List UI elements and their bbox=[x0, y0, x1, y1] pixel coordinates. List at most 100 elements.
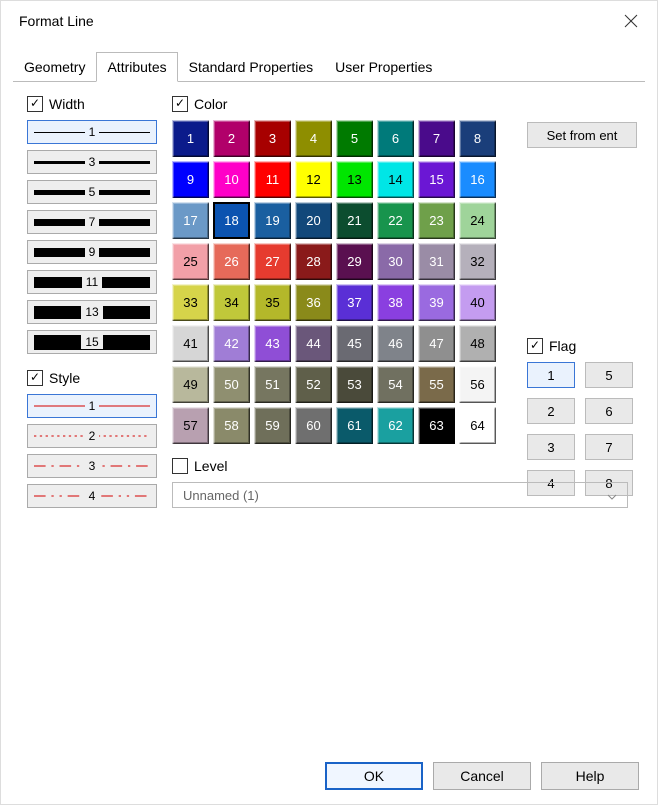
flag-item-7[interactable]: 7 bbox=[585, 434, 633, 460]
color-swatch-44[interactable]: 44 bbox=[295, 325, 332, 362]
flag-item-1[interactable]: 1 bbox=[527, 362, 575, 388]
flag-item-6[interactable]: 6 bbox=[585, 398, 633, 424]
width-item-9[interactable]: 9 bbox=[27, 240, 157, 264]
tab-geometry[interactable]: Geometry bbox=[13, 52, 96, 82]
style-checkbox[interactable] bbox=[27, 370, 43, 386]
color-swatch-60[interactable]: 60 bbox=[295, 407, 332, 444]
color-swatch-57[interactable]: 57 bbox=[172, 407, 209, 444]
color-swatch-50[interactable]: 50 bbox=[213, 366, 250, 403]
color-swatch-43[interactable]: 43 bbox=[254, 325, 291, 362]
color-swatch-49[interactable]: 49 bbox=[172, 366, 209, 403]
color-swatch-28[interactable]: 28 bbox=[295, 243, 332, 280]
color-swatch-54[interactable]: 54 bbox=[377, 366, 414, 403]
color-swatch-25[interactable]: 25 bbox=[172, 243, 209, 280]
color-swatch-53[interactable]: 53 bbox=[336, 366, 373, 403]
color-swatch-34[interactable]: 34 bbox=[213, 284, 250, 321]
width-item-1[interactable]: 1 bbox=[27, 120, 157, 144]
color-swatch-24[interactable]: 24 bbox=[459, 202, 496, 239]
color-swatch-14[interactable]: 14 bbox=[377, 161, 414, 198]
color-swatch-40[interactable]: 40 bbox=[459, 284, 496, 321]
style-item-2[interactable]: 2 bbox=[27, 424, 157, 448]
color-swatch-29[interactable]: 29 bbox=[336, 243, 373, 280]
width-item-3[interactable]: 3 bbox=[27, 150, 157, 174]
color-swatch-41[interactable]: 41 bbox=[172, 325, 209, 362]
color-swatch-51[interactable]: 51 bbox=[254, 366, 291, 403]
color-swatch-56[interactable]: 56 bbox=[459, 366, 496, 403]
width-item-15[interactable]: 15 bbox=[27, 330, 157, 354]
style-item-1[interactable]: 1 bbox=[27, 394, 157, 418]
color-swatch-61[interactable]: 61 bbox=[336, 407, 373, 444]
help-button[interactable]: Help bbox=[541, 762, 639, 790]
color-swatch-17[interactable]: 17 bbox=[172, 202, 209, 239]
color-swatch-4[interactable]: 4 bbox=[295, 120, 332, 157]
color-swatch-62[interactable]: 62 bbox=[377, 407, 414, 444]
color-swatch-6[interactable]: 6 bbox=[377, 120, 414, 157]
color-swatch-33[interactable]: 33 bbox=[172, 284, 209, 321]
color-swatch-5[interactable]: 5 bbox=[336, 120, 373, 157]
color-swatch-45[interactable]: 45 bbox=[336, 325, 373, 362]
color-swatch-46[interactable]: 46 bbox=[377, 325, 414, 362]
color-swatch-18[interactable]: 18 bbox=[213, 202, 250, 239]
color-swatch-15[interactable]: 15 bbox=[418, 161, 455, 198]
color-swatch-7[interactable]: 7 bbox=[418, 120, 455, 157]
color-swatch-10[interactable]: 10 bbox=[213, 161, 250, 198]
color-swatch-58[interactable]: 58 bbox=[213, 407, 250, 444]
width-item-11[interactable]: 11 bbox=[27, 270, 157, 294]
color-checkbox[interactable] bbox=[172, 96, 188, 112]
color-swatch-1[interactable]: 1 bbox=[172, 120, 209, 157]
color-swatch-26[interactable]: 26 bbox=[213, 243, 250, 280]
color-swatch-63[interactable]: 63 bbox=[418, 407, 455, 444]
color-swatch-22[interactable]: 22 bbox=[377, 202, 414, 239]
color-swatch-9[interactable]: 9 bbox=[172, 161, 209, 198]
color-swatch-27[interactable]: 27 bbox=[254, 243, 291, 280]
style-item-4[interactable]: 4 bbox=[27, 484, 157, 508]
tab-standard-properties[interactable]: Standard Properties bbox=[178, 52, 325, 82]
tab-user-properties[interactable]: User Properties bbox=[324, 52, 443, 82]
color-swatch-21[interactable]: 21 bbox=[336, 202, 373, 239]
color-swatch-13[interactable]: 13 bbox=[336, 161, 373, 198]
color-swatch-59[interactable]: 59 bbox=[254, 407, 291, 444]
flag-checkbox[interactable] bbox=[527, 338, 543, 354]
flag-item-5[interactable]: 5 bbox=[585, 362, 633, 388]
level-checkbox[interactable] bbox=[172, 458, 188, 474]
flag-item-3[interactable]: 3 bbox=[527, 434, 575, 460]
level-select[interactable]: Unnamed (1) bbox=[172, 482, 628, 508]
color-swatch-32[interactable]: 32 bbox=[459, 243, 496, 280]
color-swatch-19[interactable]: 19 bbox=[254, 202, 291, 239]
width-item-7[interactable]: 7 bbox=[27, 210, 157, 234]
close-button[interactable] bbox=[617, 7, 645, 35]
color-swatch-48[interactable]: 48 bbox=[459, 325, 496, 362]
flag-item-2[interactable]: 2 bbox=[527, 398, 575, 424]
ok-button[interactable]: OK bbox=[325, 762, 423, 790]
color-swatch-39[interactable]: 39 bbox=[418, 284, 455, 321]
style-item-3[interactable]: 3 bbox=[27, 454, 157, 478]
color-swatch-38[interactable]: 38 bbox=[377, 284, 414, 321]
width-checkbox[interactable] bbox=[27, 96, 43, 112]
width-item-5[interactable]: 5 bbox=[27, 180, 157, 204]
color-swatch-35[interactable]: 35 bbox=[254, 284, 291, 321]
color-swatch-16[interactable]: 16 bbox=[459, 161, 496, 198]
color-swatch-52[interactable]: 52 bbox=[295, 366, 332, 403]
width-item-13[interactable]: 13 bbox=[27, 300, 157, 324]
color-swatch-37[interactable]: 37 bbox=[336, 284, 373, 321]
tab-attributes[interactable]: Attributes bbox=[96, 52, 177, 82]
level-checkbox-label[interactable]: Level bbox=[172, 458, 227, 474]
color-swatch-31[interactable]: 31 bbox=[418, 243, 455, 280]
color-swatch-36[interactable]: 36 bbox=[295, 284, 332, 321]
color-checkbox-label[interactable]: Color bbox=[172, 96, 512, 112]
color-swatch-47[interactable]: 47 bbox=[418, 325, 455, 362]
color-swatch-12[interactable]: 12 bbox=[295, 161, 332, 198]
color-swatch-8[interactable]: 8 bbox=[459, 120, 496, 157]
color-swatch-2[interactable]: 2 bbox=[213, 120, 250, 157]
color-swatch-3[interactable]: 3 bbox=[254, 120, 291, 157]
color-swatch-20[interactable]: 20 bbox=[295, 202, 332, 239]
color-swatch-42[interactable]: 42 bbox=[213, 325, 250, 362]
set-from-ent-button[interactable]: Set from ent bbox=[527, 122, 637, 148]
color-swatch-30[interactable]: 30 bbox=[377, 243, 414, 280]
color-swatch-11[interactable]: 11 bbox=[254, 161, 291, 198]
style-checkbox-label[interactable]: Style bbox=[27, 370, 157, 386]
color-swatch-55[interactable]: 55 bbox=[418, 366, 455, 403]
flag-checkbox-label[interactable]: Flag bbox=[527, 338, 643, 354]
color-swatch-64[interactable]: 64 bbox=[459, 407, 496, 444]
cancel-button[interactable]: Cancel bbox=[433, 762, 531, 790]
